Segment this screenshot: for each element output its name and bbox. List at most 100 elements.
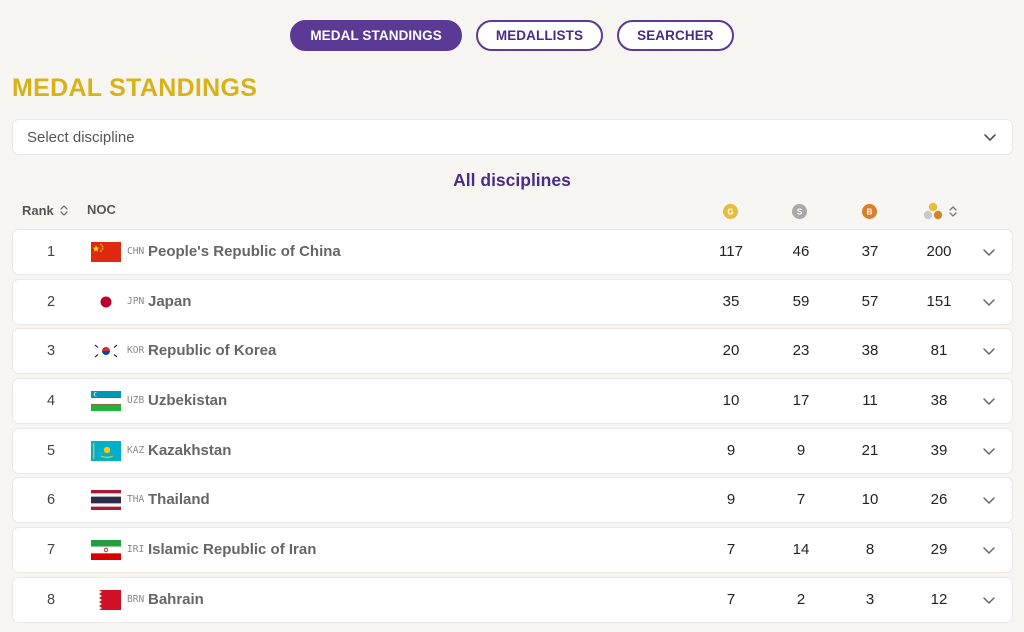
silver-count: 59 bbox=[792, 292, 810, 310]
noc-code: BRN bbox=[127, 593, 145, 605]
table-row[interactable]: 6 THA Thailand 9 7 10 26 bbox=[12, 477, 1013, 524]
bronze-medal-icon: B bbox=[862, 204, 877, 219]
silver-count: 7 bbox=[796, 491, 806, 509]
svg-text:G: G bbox=[727, 208, 733, 217]
rank-cell: 6 bbox=[46, 492, 56, 509]
rank-cell: 7 bbox=[46, 542, 56, 559]
discipline-subtitle: All disciplines bbox=[453, 170, 571, 190]
silver-count: 9 bbox=[796, 441, 806, 459]
discipline-select[interactable]: Select discipline bbox=[12, 119, 1013, 155]
noc-code: KAZ bbox=[127, 444, 145, 456]
country-name: Thailand bbox=[148, 491, 210, 509]
chevron-down-icon bbox=[984, 134, 996, 141]
japan-flag-icon bbox=[91, 291, 121, 312]
gold-count: 20 bbox=[722, 342, 740, 360]
gold-count: 9 bbox=[726, 441, 736, 459]
silver-count: 14 bbox=[792, 541, 810, 559]
bronze-count: 11 bbox=[862, 392, 878, 410]
bronze-count: 21 bbox=[861, 441, 879, 459]
iran-flag-icon bbox=[91, 540, 121, 561]
country-name: Kazakhstan bbox=[148, 441, 232, 459]
bronze-count: 10 bbox=[861, 491, 879, 509]
silver-count: 17 bbox=[792, 392, 810, 410]
total-medals-icon bbox=[923, 202, 943, 220]
total-count: 200 bbox=[926, 243, 952, 260]
noc-code: UZB bbox=[127, 395, 145, 407]
top-tabs: MEDAL STANDINGS MEDALLISTS SEARCHER bbox=[0, 20, 1024, 51]
total-count: 29 bbox=[930, 541, 948, 559]
silver-count: 46 bbox=[792, 243, 810, 260]
thailand-flag-icon bbox=[91, 490, 121, 511]
table-row[interactable]: 7 IRI Islamic Republic of Iran 7 14 8 29 bbox=[12, 527, 1013, 574]
table-row[interactable]: 4 UZB Uzbekistan 10 17 11 38 bbox=[12, 378, 1013, 425]
total-count: 81 bbox=[930, 342, 948, 360]
silver-count: 23 bbox=[792, 342, 810, 360]
chevron-down-icon[interactable] bbox=[981, 393, 997, 409]
kazakhstan-flag-icon bbox=[91, 440, 121, 461]
page-title: MEDAL STANDINGS bbox=[12, 74, 258, 102]
noc-code: KOR bbox=[127, 345, 145, 357]
table-row[interactable]: 5 KAZ Kazakhstan 9 9 21 39 bbox=[12, 427, 1013, 474]
rank-header[interactable]: Rank bbox=[22, 203, 68, 218]
chevron-down-icon[interactable] bbox=[981, 443, 997, 459]
chevron-down-icon[interactable] bbox=[981, 343, 997, 359]
gold-count: 9 bbox=[726, 491, 736, 509]
svg-text:B: B bbox=[867, 208, 873, 217]
standings-table: 1 CHN People's Republic of China 117 46 … bbox=[12, 229, 1013, 627]
korea-flag-icon bbox=[91, 341, 121, 362]
silver-count: 2 bbox=[796, 590, 806, 608]
table-row[interactable]: 8 BRN Bahrain 7 2 3 12 bbox=[12, 576, 1013, 623]
noc-code: JPN bbox=[127, 295, 145, 307]
uzbekistan-flag-icon bbox=[91, 391, 121, 412]
gold-count: 10 bbox=[722, 392, 740, 410]
country-name: Islamic Republic of Iran bbox=[148, 541, 317, 559]
total-count: 38 bbox=[930, 392, 948, 410]
rank-cell: 4 bbox=[46, 393, 56, 410]
country-name: Japan bbox=[148, 292, 192, 310]
rank-cell: 2 bbox=[46, 293, 56, 310]
tab-medallists[interactable]: MEDALLISTS bbox=[475, 20, 604, 51]
total-count: 39 bbox=[930, 441, 948, 459]
noc-code: THA bbox=[127, 494, 145, 506]
bronze-count: 8 bbox=[865, 541, 875, 559]
bronze-count: 37 bbox=[861, 243, 879, 260]
gold-count: 117 bbox=[719, 243, 743, 260]
gold-medal-icon: G bbox=[723, 204, 738, 219]
total-header[interactable] bbox=[923, 202, 957, 220]
tab-searcher[interactable]: SEARCHER bbox=[617, 20, 734, 51]
total-count: 151 bbox=[926, 292, 952, 310]
gold-count: 7 bbox=[726, 541, 736, 559]
sort-icon bbox=[949, 205, 957, 217]
noc-code: CHN bbox=[127, 246, 145, 257]
tab-medal-standings[interactable]: MEDAL STANDINGS bbox=[290, 20, 462, 51]
noc-code: IRI bbox=[127, 544, 145, 556]
total-count: 26 bbox=[930, 491, 948, 509]
chevron-down-icon[interactable] bbox=[981, 542, 997, 558]
discipline-select-label: Select discipline bbox=[27, 128, 135, 146]
chevron-down-icon[interactable] bbox=[981, 592, 997, 608]
bronze-count: 3 bbox=[865, 590, 875, 608]
table-row[interactable]: 2 JPN Japan 35 59 57 151 bbox=[12, 278, 1013, 325]
svg-text:S: S bbox=[797, 208, 803, 217]
country-name: Bahrain bbox=[148, 590, 204, 608]
country-name: Republic of Korea bbox=[148, 342, 277, 360]
rank-cell: 1 bbox=[46, 244, 56, 260]
country-name: Uzbekistan bbox=[148, 392, 228, 410]
rank-cell: 5 bbox=[46, 442, 56, 459]
chevron-down-icon[interactable] bbox=[981, 244, 997, 260]
silver-medal-icon: S bbox=[792, 204, 807, 219]
rank-cell: 8 bbox=[46, 591, 56, 608]
table-row[interactable]: 1 CHN People's Republic of China 117 46 … bbox=[12, 229, 1013, 275]
chevron-down-icon[interactable] bbox=[981, 492, 997, 508]
table-row[interactable]: 3 KOR Republic of Korea 20 23 38 81 bbox=[12, 328, 1013, 375]
country-name: People's Republic of China bbox=[148, 243, 341, 260]
chevron-down-icon[interactable] bbox=[981, 294, 997, 310]
bronze-count: 57 bbox=[861, 292, 879, 310]
noc-header: NOC bbox=[87, 202, 116, 217]
bahrain-flag-icon bbox=[91, 589, 121, 610]
gold-count: 35 bbox=[722, 292, 740, 310]
total-count: 12 bbox=[930, 590, 948, 608]
sort-icon bbox=[60, 205, 68, 216]
rank-header-label: Rank bbox=[22, 203, 54, 218]
china-flag-icon bbox=[91, 242, 121, 262]
